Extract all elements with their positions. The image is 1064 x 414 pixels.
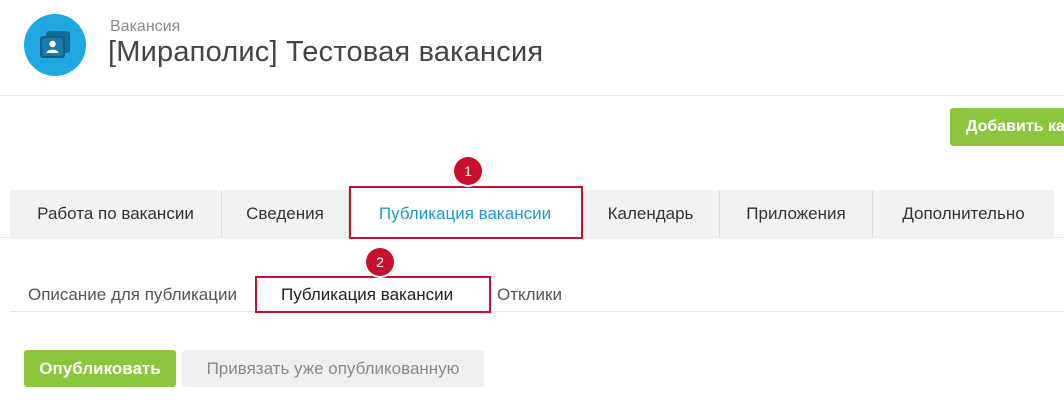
tab-details[interactable]: Сведения — [222, 190, 349, 237]
page-title: [Мираполис] Тестовая вакансия — [108, 36, 544, 68]
tab-attachments[interactable]: Приложения — [720, 190, 873, 237]
tab-vacancy-work[interactable]: Работа по вакансии — [10, 190, 222, 237]
vacancy-card-icon — [24, 14, 86, 76]
tab-additional[interactable]: Дополнительно — [873, 190, 1054, 237]
annotation-badge-1: 1 — [454, 157, 482, 185]
annotation-box-2 — [255, 276, 491, 313]
subtab-responses[interactable]: Отклики — [497, 285, 562, 305]
link-published-button[interactable]: Привязать уже опубликованную — [182, 350, 484, 387]
tab-calendar[interactable]: Календарь — [582, 190, 720, 237]
add-button[interactable]: Добавить ка — [950, 108, 1064, 146]
subtab-publication-description[interactable]: Описание для публикации — [28, 285, 237, 305]
publish-button[interactable]: Опубликовать — [24, 350, 176, 387]
subtabs-divider — [10, 311, 1064, 312]
annotation-box-1 — [349, 186, 583, 239]
header-divider — [0, 95, 1064, 96]
page-subtitle: Вакансия — [110, 18, 181, 35]
annotation-badge-2: 2 — [366, 248, 394, 276]
